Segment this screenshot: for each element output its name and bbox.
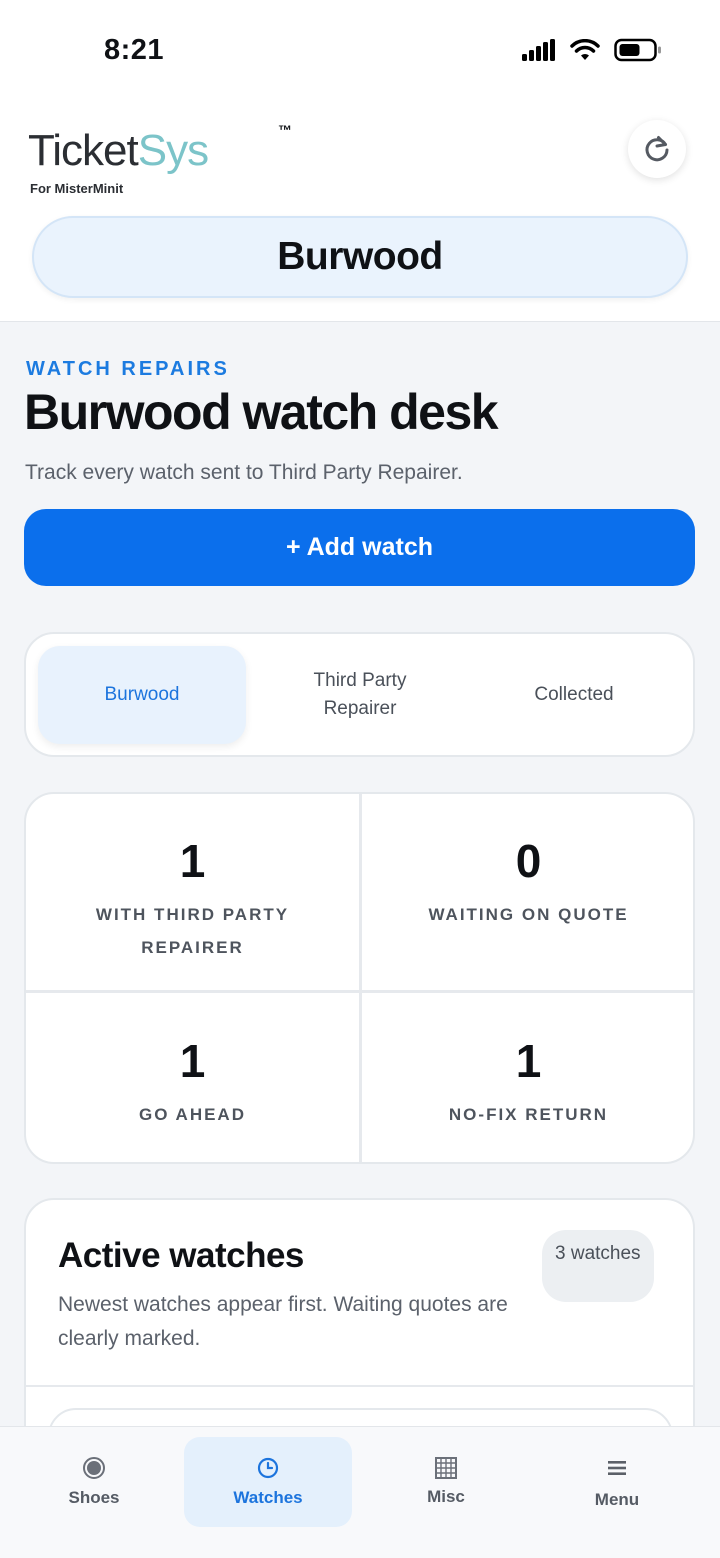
bottom-nav: Shoes Watches Misc Menu: [0, 1426, 720, 1558]
page-subtitle: Track every watch sent to Third Party Re…: [25, 461, 463, 484]
cellular-signal-icon: [522, 39, 555, 61]
refresh-button[interactable]: [628, 120, 686, 178]
stats-grid: 1 WITH THIRD PARTY REPAIRER 0 WAITING ON…: [24, 792, 695, 1164]
watch-count-badge: 3 watches: [542, 1230, 654, 1302]
app-header: TicketSys ™ For MisterMinit Burwood: [0, 100, 720, 322]
nav-label: Shoes: [68, 1488, 120, 1507]
active-watches-title: Active watches: [58, 1236, 304, 1275]
location-segmented-control: Burwood Third Party Repairer Collected: [24, 632, 695, 757]
trademark-mark: ™: [278, 122, 292, 138]
stat-label: WITH THIRD PARTY REPAIRER: [95, 905, 290, 957]
record-icon: [83, 1457, 105, 1479]
grid-icon: [435, 1457, 457, 1479]
status-time: 8:21: [104, 34, 165, 66]
hamburger-icon: [608, 1461, 626, 1475]
section-eyebrow: WATCH REPAIRS: [26, 358, 230, 380]
active-watches-description: Newest watches appear first. Waiting quo…: [58, 1293, 508, 1350]
stat-label: WAITING ON QUOTE: [428, 905, 629, 924]
stat-label: GO AHEAD: [139, 1105, 246, 1124]
stat-value: 0: [515, 835, 542, 887]
nav-label: Watches: [233, 1488, 303, 1507]
stat-value: 1: [179, 835, 206, 887]
stat-value: 1: [515, 1035, 542, 1087]
nav-label: Menu: [594, 1490, 640, 1509]
store-selector[interactable]: Burwood: [32, 216, 688, 298]
clock-icon: [257, 1457, 279, 1479]
nav-shoes[interactable]: Shoes: [10, 1437, 178, 1527]
nav-misc[interactable]: Misc: [362, 1437, 530, 1527]
nav-label: Misc: [427, 1487, 465, 1506]
nav-watches[interactable]: Watches: [184, 1437, 352, 1527]
tab-collected[interactable]: Collected: [470, 646, 678, 744]
refresh-icon: [645, 136, 669, 162]
stat-go-ahead: 1 GO AHEAD: [26, 1034, 359, 1131]
stat-no-fix-return: 1 NO-FIX RETURN: [362, 1034, 693, 1131]
card-divider: [26, 1385, 693, 1387]
nav-menu[interactable]: Menu: [533, 1437, 701, 1527]
tab-third-party-repairer[interactable]: Third Party Repairer: [257, 646, 463, 744]
battery-icon: [614, 38, 661, 62]
add-watch-button[interactable]: + Add watch: [24, 509, 695, 586]
stat-with-third-party: 1 WITH THIRD PARTY REPAIRER: [26, 834, 359, 964]
status-bar: 8:21: [0, 0, 720, 100]
logo-subtitle: For MisterMinit: [30, 181, 124, 196]
logo-suffix: Sys: [137, 126, 209, 175]
status-icons: [522, 38, 662, 62]
stat-label: NO-FIX RETURN: [448, 1105, 609, 1124]
stat-value: 1: [179, 1035, 206, 1087]
grid-divider: [26, 990, 693, 993]
tab-burwood[interactable]: Burwood: [38, 646, 246, 744]
stat-waiting-on-quote: 0 WAITING ON QUOTE: [362, 834, 693, 931]
wifi-icon: [570, 39, 600, 60]
page-title: Burwood watch desk: [24, 384, 499, 440]
logo-prefix: Ticket: [28, 126, 139, 175]
app-logo: TicketSys: [28, 126, 209, 176]
